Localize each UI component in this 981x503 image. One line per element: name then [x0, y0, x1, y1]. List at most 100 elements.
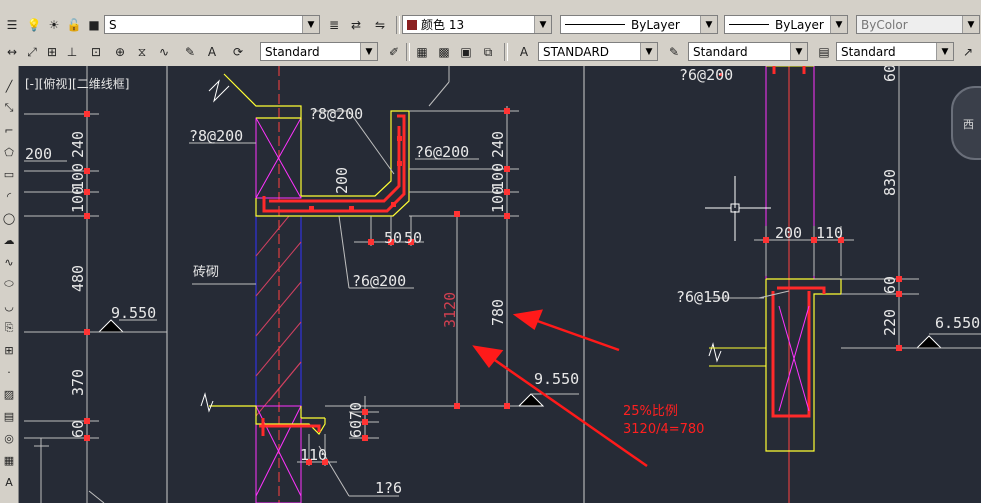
- insert-icon[interactable]: ⧉: [478, 42, 498, 62]
- gradient-icon[interactable]: ▤: [1, 408, 17, 424]
- table-style-label: Standard: [693, 44, 748, 59]
- line-icon[interactable]: ╱: [1, 78, 17, 94]
- polygon-icon[interactable]: ⬠: [1, 144, 17, 160]
- layer-match-icon[interactable]: ⇋: [370, 15, 390, 35]
- text-style-combo[interactable]: Standard ▼: [260, 42, 378, 61]
- chevron-down-icon[interactable]: ▼: [360, 43, 377, 60]
- dim-edit-icon[interactable]: ✎: [180, 42, 200, 62]
- elevation-label: 6.550: [935, 314, 980, 332]
- elevation-label: 9.550: [534, 370, 579, 388]
- rebar-label: ?6@200: [679, 66, 733, 84]
- dim-text: 480: [69, 265, 87, 292]
- linetype-preview: [565, 24, 625, 25]
- arc-icon[interactable]: ◜: [1, 188, 17, 204]
- chevron-down-icon[interactable]: ▼: [790, 43, 807, 60]
- construction-line-icon[interactable]: ⤡: [1, 100, 17, 116]
- circle-icon[interactable]: ◯: [1, 210, 17, 226]
- chevron-down-icon[interactable]: ▼: [640, 43, 657, 60]
- mleader-icon[interactable]: ↗: [958, 42, 978, 62]
- layer-previous-icon[interactable]: ⇄: [346, 15, 366, 35]
- layer-properties-icon[interactable]: ≣: [324, 15, 344, 35]
- navigation-compass[interactable]: 西: [951, 86, 981, 160]
- dim-style-icon[interactable]: ✎: [664, 42, 684, 62]
- rebar-label: ?6@150: [676, 288, 730, 306]
- polyline-icon[interactable]: ⌐: [1, 122, 17, 138]
- wall-body: [255, 66, 302, 503]
- block-icon[interactable]: ▣: [456, 42, 476, 62]
- dim-text-edit-icon[interactable]: A: [202, 42, 222, 62]
- rebar-label: 1?6: [375, 479, 402, 497]
- dimstyle-manager-icon[interactable]: ✐: [384, 42, 404, 62]
- color-label: 颜色 13: [421, 18, 465, 32]
- rebar-label: ?8@200: [309, 105, 363, 123]
- ellipse-arc-icon[interactable]: ◡: [1, 298, 17, 314]
- chevron-down-icon[interactable]: ▼: [830, 16, 847, 33]
- separator: [504, 43, 508, 61]
- drawing-svg: ?8@200 ?8@200 ?6@200 ?6@200 ?6@200 ?6@15…: [24, 66, 981, 503]
- table-style-combo[interactable]: Standard ▼: [688, 42, 808, 61]
- dim-text: 50: [404, 229, 422, 247]
- baseline-dim-icon[interactable]: ⊥: [62, 42, 82, 62]
- layer-color-swatch-icon[interactable]: ■: [84, 15, 104, 35]
- dim-text: 200: [775, 224, 802, 242]
- chevron-down-icon[interactable]: ▼: [962, 16, 979, 33]
- rectangle-icon[interactable]: ▭: [1, 166, 17, 182]
- plotstyle-combo[interactable]: ByColor ▼: [856, 15, 980, 34]
- make-block-icon[interactable]: ⊞: [1, 342, 17, 358]
- elevation-label: 9.550: [111, 304, 156, 322]
- text-style-icon[interactable]: A: [514, 42, 534, 62]
- lightbulb-icon[interactable]: 💡: [24, 15, 44, 35]
- table-style-icon[interactable]: ▩: [434, 42, 454, 62]
- table-icon[interactable]: ▦: [1, 452, 17, 468]
- properties-toolbar: ☰ 💡 ☀ 🔓 ■ S ▼ ≣ ⇄ ⇋ 颜色 13 ▼ ByLayer ▼ By…: [0, 12, 981, 40]
- linetype-combo[interactable]: ByLayer ▼: [560, 15, 718, 34]
- right-column: [709, 66, 842, 503]
- chevron-down-icon[interactable]: ▼: [302, 16, 319, 33]
- color-combo[interactable]: 颜色 13 ▼: [402, 15, 552, 34]
- dim-text-3120: 3120: [441, 292, 459, 328]
- lineweight-label: ByLayer: [775, 17, 824, 32]
- lock-icon[interactable]: 🔓: [64, 15, 84, 35]
- dim-text: 60: [69, 420, 87, 438]
- table-style-edit-icon[interactable]: ▤: [814, 42, 834, 62]
- chevron-down-icon[interactable]: ▼: [534, 16, 551, 33]
- ordinate-dim-icon[interactable]: ⊞: [42, 42, 62, 62]
- drawing-canvas[interactable]: ?8@200 ?8@200 ?6@200 ?6@200 ?6@200 ?6@15…: [19, 66, 981, 503]
- insert-block-icon[interactable]: ⎘: [1, 320, 17, 336]
- layer-state-icon[interactable]: ☰: [2, 15, 22, 35]
- dim-text: 70: [347, 402, 365, 420]
- rebar-label: ?8@200: [189, 127, 243, 145]
- layer-combo[interactable]: S ▼: [104, 15, 320, 34]
- dim-style-combo[interactable]: STANDARD ▼: [538, 42, 658, 61]
- dim-text: 110: [816, 224, 843, 242]
- red-arrows: [472, 309, 648, 468]
- point-icon[interactable]: ·: [1, 364, 17, 380]
- lineweight-combo[interactable]: ByLayer ▼: [724, 15, 848, 34]
- horizontal-dim-icon[interactable]: ↔: [2, 42, 22, 62]
- separator: [396, 16, 400, 34]
- chevron-down-icon[interactable]: ▼: [936, 43, 953, 60]
- aligned-dim-icon[interactable]: ⤢: [22, 42, 42, 62]
- center-mark-icon[interactable]: ⊕: [110, 42, 130, 62]
- mtext-icon[interactable]: A: [1, 474, 17, 490]
- mleader-style-combo[interactable]: Standard ▼: [836, 42, 954, 61]
- dim-text-780: 780: [489, 299, 507, 326]
- scale-annotation: 25%比例 3120/4=780: [623, 403, 704, 439]
- revcloud-icon[interactable]: ☁: [1, 232, 17, 248]
- inspect-icon[interactable]: ⧖: [132, 42, 152, 62]
- lineweight-preview: [729, 24, 769, 25]
- jogged-icon[interactable]: ∿: [154, 42, 174, 62]
- plotstyle-label: ByColor: [861, 17, 908, 32]
- region-icon[interactable]: ◎: [1, 430, 17, 446]
- viewport-label[interactable]: [-][俯视][二维线框]: [25, 75, 129, 92]
- table-icon[interactable]: ▦: [412, 42, 432, 62]
- dim-text: 110: [300, 446, 327, 464]
- spline-icon[interactable]: ∿: [1, 254, 17, 270]
- sun-icon[interactable]: ☀: [44, 15, 64, 35]
- ellipse-icon[interactable]: ⬭: [1, 276, 17, 292]
- hatch-icon[interactable]: ▨: [1, 386, 17, 402]
- middle-ticks: [306, 108, 510, 465]
- chevron-down-icon[interactable]: ▼: [700, 16, 717, 33]
- tolerance-icon[interactable]: ⊡: [86, 42, 106, 62]
- dim-update-icon[interactable]: ⟳: [228, 42, 248, 62]
